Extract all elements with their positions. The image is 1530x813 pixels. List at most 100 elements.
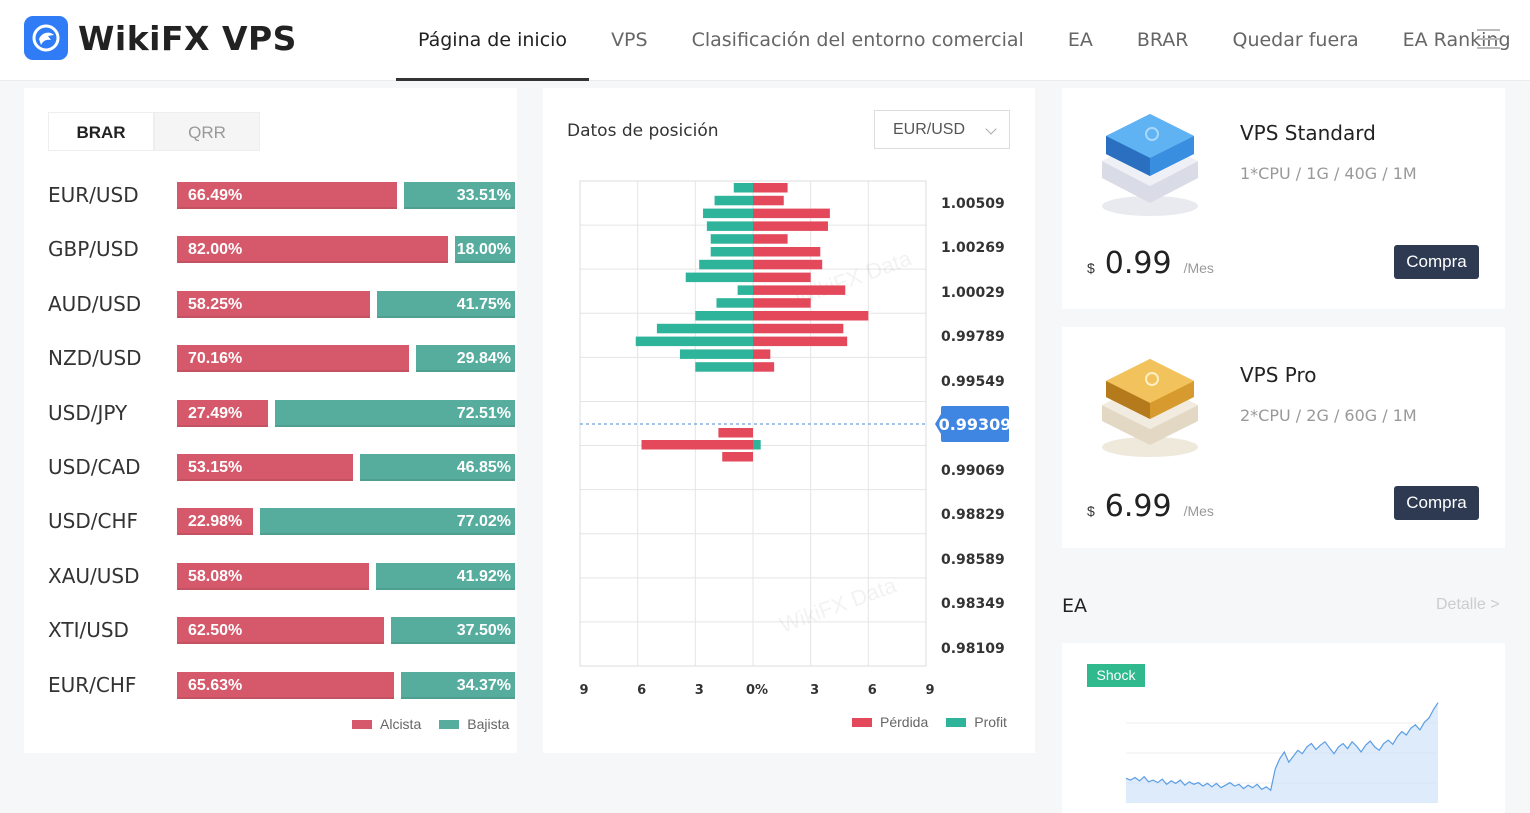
x-tick-label: 9 — [579, 683, 588, 698]
loss-bar — [641, 440, 753, 450]
price-unit: /Mes — [1183, 260, 1214, 276]
tab-qrr[interactable]: QRR — [154, 112, 260, 151]
bear-bar: 34.37% — [401, 671, 515, 699]
loss-bar — [753, 323, 844, 334]
pair-label: AUD/USD — [48, 291, 142, 316]
nav-item-4[interactable]: BRAR — [1115, 0, 1211, 81]
x-tick-label: 3 — [695, 683, 704, 698]
ratio-bar: 65.63% 34.37% — [177, 671, 515, 700]
ratio-bar: 82.00% 18.00% — [177, 236, 515, 264]
bear-bar: 33.51% — [404, 182, 515, 209]
vps-price: 6.99 — [1104, 489, 1172, 524]
bear-bar: 29.84% — [416, 345, 515, 373]
loss-bar — [753, 272, 811, 283]
loss-bar — [753, 247, 821, 257]
profit-bar — [699, 259, 753, 270]
ea-detail-link[interactable]: Detalle > — [1436, 596, 1500, 614]
loss-bar — [753, 183, 788, 193]
brar-row: EUR/USD 66.49% 33.51% — [48, 180, 518, 210]
brar-panel: BRAR QRR EUR/USD 66.49% 33.51% GBP/USD 82.00… — [24, 88, 517, 753]
profit-bar — [703, 208, 753, 219]
legend-bear: Bajista — [439, 716, 509, 732]
brar-row: XAU/USD 58.08% 41.92% — [48, 561, 518, 591]
pair-label: XAU/USD — [48, 563, 140, 588]
server-icon — [1102, 114, 1198, 216]
brar-row: EUR/CHF 65.63% 34.37% — [48, 670, 518, 700]
pair-label: EUR/USD — [48, 183, 139, 207]
ratio-bar: 66.49% 33.51% — [177, 182, 515, 210]
nav-item-3[interactable]: EA — [1046, 0, 1115, 81]
legend-loss: Pérdida — [852, 714, 928, 730]
bear-bar: 77.02% — [260, 508, 515, 536]
pair-label: USD/JPY — [48, 400, 128, 425]
vps-price-row: $ 6.99 /Mes — [1087, 489, 1214, 524]
brand-logo[interactable]: WikiFX VPS — [24, 16, 297, 60]
current-price-label: 0.99309 — [939, 415, 1012, 434]
loss-bar — [722, 452, 753, 462]
vps-name: VPS Standard — [1240, 121, 1376, 145]
x-tick-label: 6 — [868, 683, 877, 698]
bear-bar: 41.92% — [376, 562, 515, 590]
buy-button[interactable]: Compra — [1394, 245, 1479, 279]
vps-price: 0.99 — [1104, 246, 1172, 281]
loss-bar — [753, 208, 830, 219]
ea-section-title: EA — [1062, 595, 1088, 617]
brar-row: NZD/USD 70.16% 29.84% — [48, 343, 518, 373]
bull-bar: 66.49% — [177, 182, 397, 209]
tab-brar[interactable]: BRAR — [48, 112, 154, 151]
main-nav: Página de inicio VPS Clasificación del ent… — [396, 0, 1530, 81]
loss-bar — [753, 221, 828, 231]
loss-bar — [753, 336, 848, 347]
profit-bar — [695, 311, 753, 321]
ratio-bar: 53.15% 46.85% — [177, 454, 515, 482]
pair-label: NZD/USD — [48, 346, 142, 371]
y-tick-label: 0.98109 — [941, 641, 1005, 657]
ratio-bar: 27.49% 72.51% — [177, 399, 515, 428]
bull-bar: 65.63% — [177, 671, 394, 699]
top-header: WikiFX VPS Página de inicio VPS Clasificac… — [0, 0, 1530, 81]
currency-symbol: $ — [1087, 260, 1095, 276]
loss-bar — [753, 259, 823, 270]
pair-label: USD/CHF — [48, 509, 138, 534]
vps-card-standard[interactable]: VPS Standard 1*CPU / 1G / 40G / 1M $ 0.9… — [1062, 88, 1505, 309]
vps-price-row: $ 0.99 /Mes — [1087, 246, 1214, 281]
bull-bar: 58.25% — [177, 290, 370, 318]
logo-icon — [24, 16, 68, 60]
nav-item-5[interactable]: Quedar fuera — [1211, 0, 1381, 81]
x-tick-label: 0% — [746, 683, 768, 698]
pair-label: XTI/USD — [48, 618, 129, 643]
profit-bar — [695, 362, 753, 372]
brar-row: XTI/USD 62.50% 37.50% — [48, 615, 518, 645]
bull-bar: 82.00% — [177, 236, 448, 264]
vps-card-pro[interactable]: VPS Pro 2*CPU / 2G / 60G / 1M $ 6.99 /Me… — [1062, 327, 1505, 548]
y-tick-label: 1.00269 — [941, 240, 1005, 256]
loss-bar — [753, 311, 869, 321]
pair-label: USD/CAD — [48, 455, 141, 479]
bear-bar: 41.75% — [377, 290, 515, 318]
ea-sparkline — [1125, 702, 1439, 803]
nav-item-1[interactable]: VPS — [589, 0, 670, 81]
nav-item-6[interactable]: EA Ranking — [1381, 0, 1530, 81]
profit-bar — [685, 272, 753, 283]
pair-label: GBP/USD — [48, 237, 139, 262]
bull-bar: 22.98% — [177, 508, 253, 536]
y-tick-label: 0.99789 — [941, 329, 1005, 345]
buy-button[interactable]: Compra — [1394, 486, 1479, 520]
ea-card[interactable]: Shock — [1062, 643, 1505, 813]
ratio-bar: 58.08% 41.92% — [177, 562, 515, 591]
profit-bar — [753, 440, 761, 450]
profit-bar — [714, 195, 753, 206]
profit-bar — [635, 336, 753, 347]
nav-item-0[interactable]: Página de inicio — [396, 0, 590, 81]
brar-tabs: BRAR QRR — [48, 112, 260, 151]
brand-name: WikiFX VPS — [78, 18, 297, 58]
price-unit: /Mes — [1183, 503, 1214, 519]
nav-item-2[interactable]: Clasificación del entorno comercial — [670, 0, 1046, 81]
y-tick-label: 0.98829 — [941, 507, 1005, 523]
menu-icon[interactable] — [1477, 29, 1500, 49]
position-legend: Pérdida Profit — [834, 714, 1007, 730]
loss-bar — [753, 285, 846, 295]
loss-bar — [753, 298, 811, 308]
ratio-bar: 62.50% 37.50% — [177, 617, 515, 645]
legend-bull: Alcista — [352, 716, 421, 732]
